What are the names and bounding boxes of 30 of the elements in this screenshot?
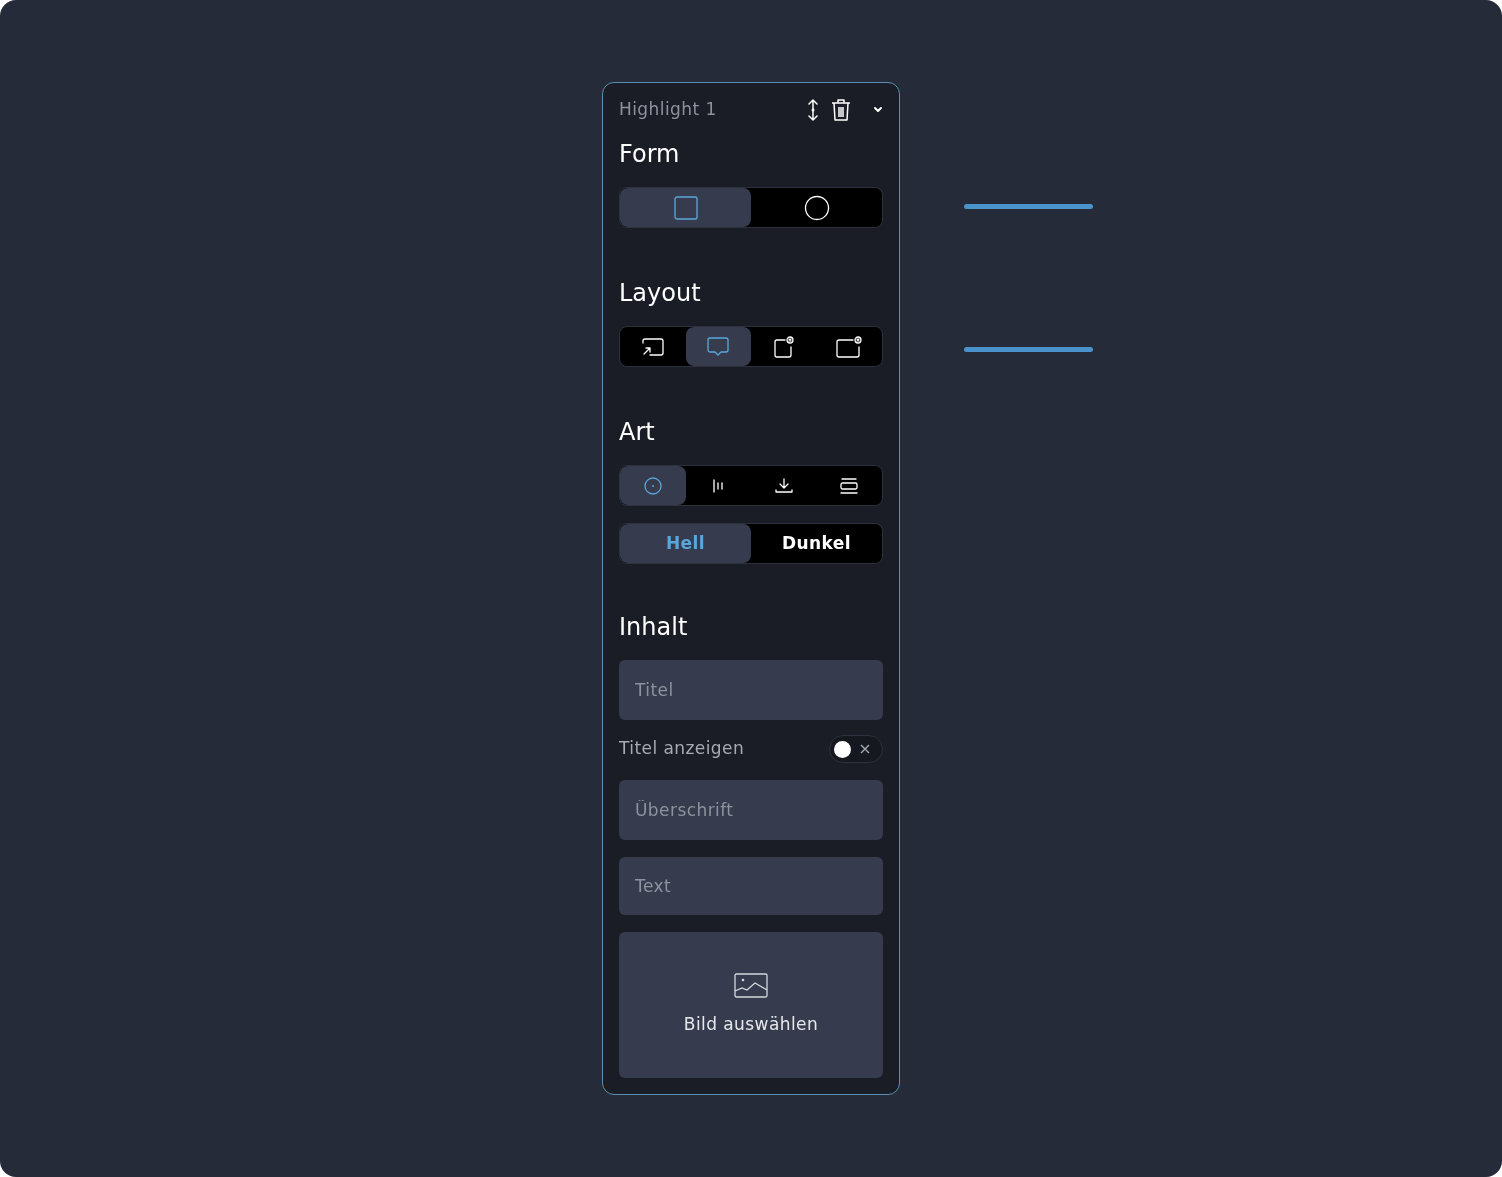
toggle-label: Titel anzeigen <box>619 737 745 761</box>
theme-option[interactable]: Dunkel <box>751 524 882 563</box>
toggle-switch[interactable] <box>829 735 883 763</box>
input-field[interactable]: Überschrift <box>619 780 883 840</box>
speech-bubble-icon <box>707 336 730 357</box>
trash-icon[interactable] <box>831 99 851 121</box>
frame-badge-icon <box>836 335 863 358</box>
chevron-down-icon[interactable] <box>873 106 883 114</box>
vertical-arrows-icon[interactable] <box>807 99 819 121</box>
section-heading: Inhalt <box>619 612 689 642</box>
download-icon <box>774 477 793 494</box>
image-picker[interactable]: Bild auswählen <box>619 932 883 1078</box>
stack-icon <box>840 477 859 494</box>
square-icon <box>673 195 698 220</box>
panel-title: Highlight 1 <box>619 98 717 122</box>
section-heading: Form <box>619 139 681 169</box>
section-heading: Art <box>619 417 656 447</box>
segment-option[interactable] <box>685 327 751 366</box>
toggle-knob <box>834 740 851 758</box>
section-heading: Layout <box>619 278 702 308</box>
input-field[interactable]: Titel <box>619 660 883 720</box>
theme-option[interactable]: Hell <box>620 524 751 563</box>
frame-arrow-icon <box>641 337 664 356</box>
frame-badge-icon <box>773 335 794 358</box>
image-icon <box>734 972 768 998</box>
bars-icon <box>712 478 725 493</box>
input-field[interactable]: Text <box>619 857 883 915</box>
dot-circle-icon <box>643 476 662 495</box>
close-icon <box>859 744 870 754</box>
circle-icon <box>803 194 830 221</box>
